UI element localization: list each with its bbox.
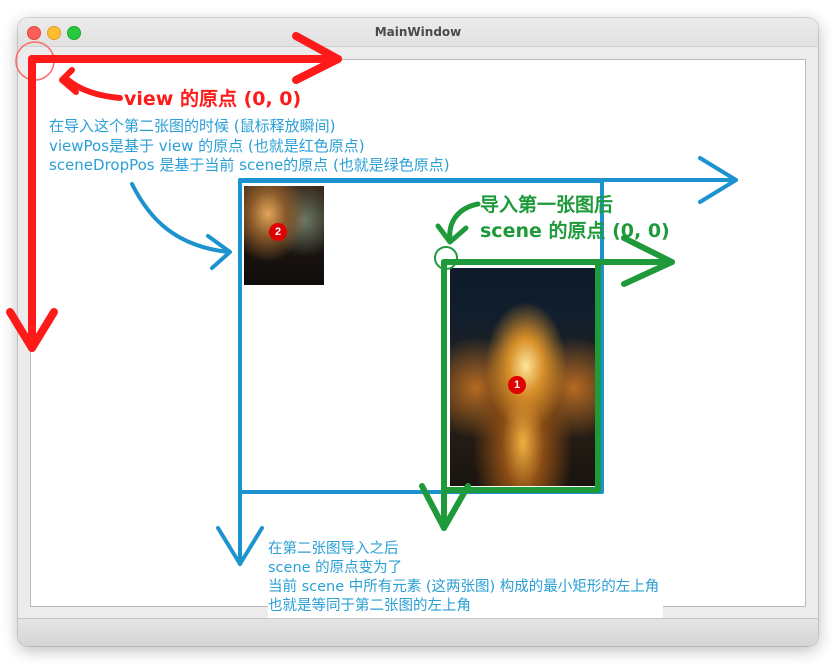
after-second-import-note: 在第二张图导入之后 scene 的原点变为了 当前 scene 中所有元素 (这…: [268, 540, 664, 618]
note-line: 在第二张图导入之后: [268, 541, 399, 557]
note-line: 导入第一张图后: [480, 194, 614, 216]
note-line: 在导入这个第二张图的时候 (鼠标释放瞬间): [49, 117, 336, 135]
note-line: scene 的原点变为了: [268, 560, 403, 576]
note-line: scene 的原点 (0, 0): [480, 220, 670, 242]
green-image-frame: [441, 259, 601, 493]
view-origin-label: view 的原点 (0, 0): [124, 84, 302, 111]
note-line: 当前 scene 中所有元素 (这两张图) 构成的最小矩形的左上角: [268, 579, 660, 595]
note-line: sceneDropPos 是基于当前 scene的原点 (也就是绿色原点): [49, 156, 450, 174]
second-image-note: 在导入这个第二张图的时候 (鼠标释放瞬间) viewPos是基于 view 的原…: [49, 117, 450, 176]
scene-origin-label: 导入第一张图后 scene 的原点 (0, 0): [480, 192, 670, 244]
note-line: 也就是等同于第二张图的左上角: [268, 598, 471, 614]
note-line: viewPos是基于 view 的原点 (也就是红色原点): [49, 136, 365, 155]
green-pointer-arrow: [447, 201, 481, 243]
